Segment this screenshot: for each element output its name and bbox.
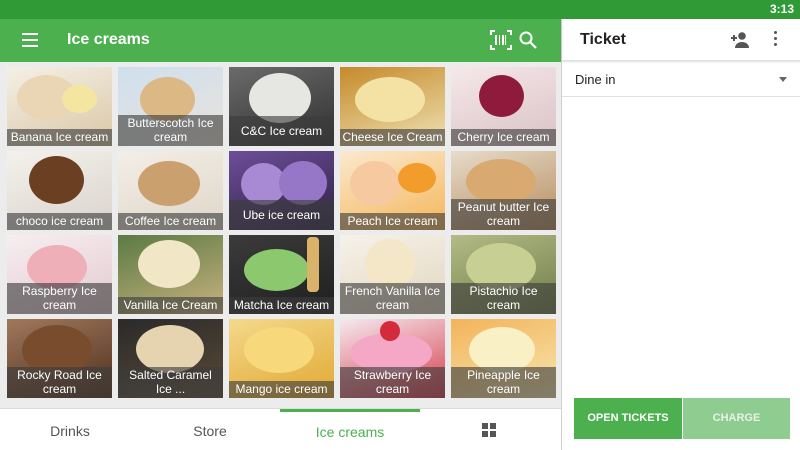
- open-tickets-button[interactable]: OPEN TICKETS: [574, 398, 682, 439]
- product-label: Rocky Road Ice cream: [7, 367, 112, 398]
- product-label: Strawberry Ice cream: [340, 367, 445, 398]
- product-label: Mango ice cream: [229, 381, 334, 398]
- product-tile-raspberry[interactable]: Raspberry Ice cream: [7, 235, 112, 314]
- product-label: Coffee Ice cream: [118, 213, 223, 230]
- product-tile-salted-caramel[interactable]: Salted Caramel Ice ...: [118, 319, 223, 398]
- dining-option-select[interactable]: Dine in: [562, 61, 800, 97]
- ticket-panel: Ticket Dine in: [561, 19, 800, 450]
- product-label: Salted Caramel Ice ...: [118, 367, 223, 398]
- dining-option-value: Dine in: [575, 72, 616, 87]
- add-customer-icon[interactable]: [730, 31, 750, 49]
- product-tile-butterscotch[interactable]: Butterscotch Ice cream: [118, 67, 223, 146]
- search-icon[interactable]: [518, 30, 538, 50]
- ticket-title: Ticket: [580, 31, 626, 48]
- more-options-icon[interactable]: [772, 31, 778, 49]
- grid-icon[interactable]: [482, 423, 497, 438]
- product-tile-cc[interactable]: C&C Ice cream: [229, 67, 334, 146]
- product-tile-coffee[interactable]: Coffee Ice cream: [118, 151, 223, 230]
- tab-ice-creams[interactable]: Ice creams: [280, 409, 420, 450]
- product-label: French Vanilla Ice cream: [340, 283, 445, 314]
- product-tile-cheese[interactable]: Cheese Ice Cream: [340, 67, 445, 146]
- product-tile-choco[interactable]: choco ice cream: [7, 151, 112, 230]
- bottom-navigation: Drinks Store Ice creams: [0, 408, 561, 450]
- product-tile-ube[interactable]: Ube ice cream: [229, 151, 334, 230]
- product-tile-matcha[interactable]: Matcha Ice cream: [229, 235, 334, 314]
- product-label: Cheese Ice Cream: [340, 129, 445, 146]
- product-label: Raspberry Ice cream: [7, 283, 112, 314]
- tab-drinks[interactable]: Drinks: [0, 409, 140, 450]
- product-tile-pineapple[interactable]: Pineapple Ice cream: [451, 319, 556, 398]
- product-grid: Banana Ice cream Butterscotch Ice cream …: [0, 62, 561, 408]
- product-label: Pineapple Ice cream: [451, 367, 556, 398]
- product-tile-rocky-road[interactable]: Rocky Road Ice cream: [7, 319, 112, 398]
- product-tile-vanilla[interactable]: Vanilla Ice Cream: [118, 235, 223, 314]
- product-label: Pistachio Ice cream: [451, 283, 556, 314]
- page-title: Ice creams: [67, 31, 150, 48]
- product-tile-pistachio[interactable]: Pistachio Ice cream: [451, 235, 556, 314]
- product-tile-banana[interactable]: Banana Ice cream: [7, 67, 112, 146]
- product-tile-peanut-butter[interactable]: Peanut butter Ice cream: [451, 151, 556, 230]
- product-tile-mango[interactable]: Mango ice cream: [229, 319, 334, 398]
- product-label: Peanut butter Ice cream: [451, 199, 556, 230]
- product-label: Matcha Ice cream: [229, 297, 334, 314]
- product-tile-cherry[interactable]: Cherry Ice cream: [451, 67, 556, 146]
- barcode-icon[interactable]: [490, 30, 512, 50]
- product-tile-strawberry[interactable]: Strawberry Ice cream: [340, 319, 445, 398]
- product-label: Banana Ice cream: [7, 129, 112, 146]
- product-tile-french-vanilla[interactable]: French Vanilla Ice cream: [340, 235, 445, 314]
- tab-store[interactable]: Store: [140, 409, 280, 450]
- menu-icon[interactable]: [22, 33, 38, 47]
- product-label: Peach Ice cream: [340, 213, 445, 230]
- product-label: Vanilla Ice Cream: [118, 297, 223, 314]
- product-label: Butterscotch Ice cream: [118, 115, 223, 146]
- charge-button[interactable]: CHARGE: [683, 398, 790, 439]
- product-tile-peach[interactable]: Peach Ice cream: [340, 151, 445, 230]
- clock: 3:13: [769, 2, 794, 16]
- app-bar: Ice creams: [0, 19, 561, 62]
- status-bar: 3:13: [0, 0, 800, 19]
- product-label: Cherry Ice cream: [451, 129, 556, 146]
- product-label: Ube ice cream: [229, 200, 334, 230]
- ticket-header: Ticket: [562, 19, 800, 61]
- product-label: C&C Ice cream: [229, 116, 334, 146]
- product-label: choco ice cream: [7, 213, 112, 230]
- chevron-down-icon: [779, 77, 787, 82]
